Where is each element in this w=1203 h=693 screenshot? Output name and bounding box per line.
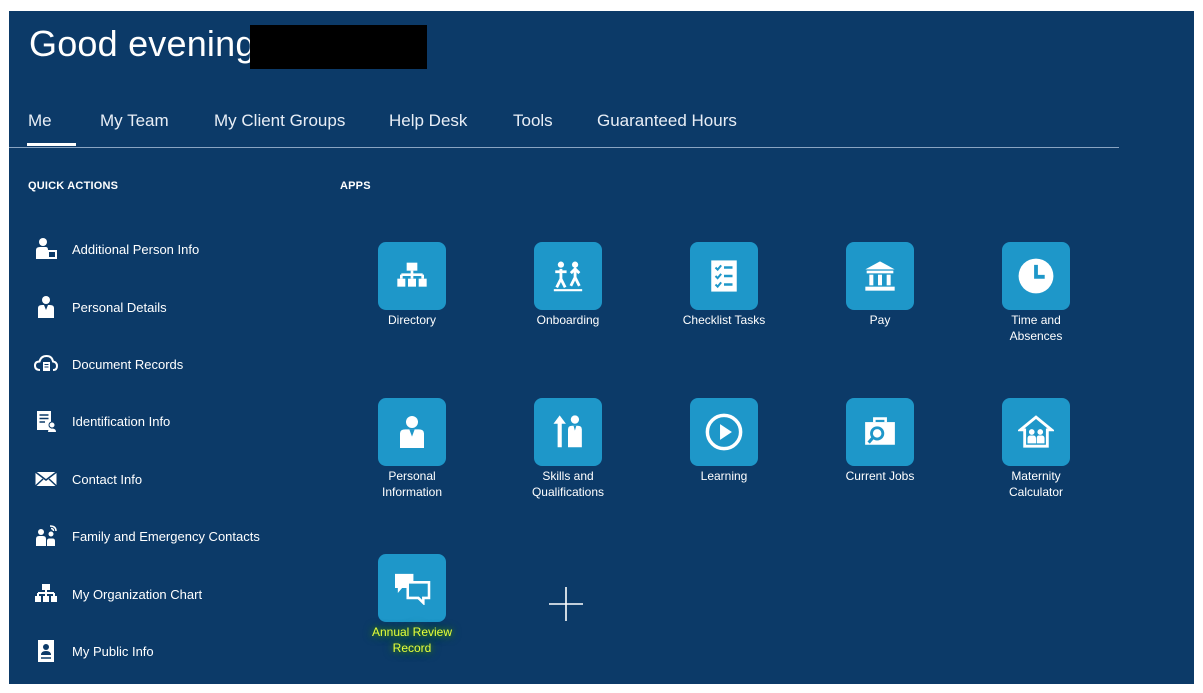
app-tile-icon-box <box>690 398 758 466</box>
onboarding-people-icon <box>553 261 583 292</box>
app-tile-label: Current Jobs <box>845 469 915 483</box>
app-tile-learning[interactable]: Learning <box>674 398 774 484</box>
quick-action-label: Identification Info <box>72 413 171 429</box>
app-tile-label: Directory <box>387 313 436 327</box>
app-tile-label: Maternity Calculator <box>1008 469 1064 499</box>
app-tile-checklist-tasks[interactable]: Checklist Tasks <box>674 242 774 328</box>
chat-bubbles-icon <box>395 573 431 605</box>
app-tile-current-jobs[interactable]: Current Jobs <box>830 398 930 484</box>
app-tile-label: Checklist Tasks <box>682 313 766 327</box>
quick-action-my-organization-chart[interactable]: My Organization Chart <box>34 580 202 608</box>
app-tile-pay[interactable]: Pay <box>830 242 930 328</box>
home-page: Good evening, Me My Team My Client Group… <box>9 11 1194 684</box>
app-tile-icon-box <box>378 242 446 310</box>
greeting-heading: Good evening, <box>29 23 266 64</box>
tab-me[interactable]: Me <box>27 111 75 146</box>
id-document-icon <box>37 411 56 432</box>
app-tile-label: Learning <box>700 469 748 483</box>
app-tile-time-and-absences[interactable]: Time and Absences <box>986 242 1086 344</box>
app-tile-label: Pay <box>869 313 891 327</box>
quick-action-document-records[interactable]: Document Records <box>34 350 183 378</box>
house-family-icon <box>1018 415 1054 448</box>
app-tile-icon-box <box>846 398 914 466</box>
quick-action-my-public-info[interactable]: My Public Info <box>34 637 154 665</box>
clock-icon <box>1018 258 1054 294</box>
briefcase-search-icon <box>865 417 895 445</box>
quick-action-family-and-emergency-contacts[interactable]: Family and Emergency Contacts <box>34 522 260 550</box>
org-chart-icon <box>35 584 57 602</box>
app-tile-icon-box <box>690 242 758 310</box>
tab-my-team[interactable]: My Team <box>100 111 169 131</box>
nav-tabs: Me My Team My Client Groups Help Desk To… <box>9 107 1119 148</box>
app-tile-icon-box <box>1002 398 1070 466</box>
person-badge-icon <box>36 238 57 259</box>
badge-icon <box>38 640 54 662</box>
skills-people-icon <box>553 415 582 448</box>
app-tile-icon-box <box>846 242 914 310</box>
quick-action-label: Family and Emergency Contacts <box>72 528 260 544</box>
app-tile-icon-box <box>534 398 602 466</box>
app-tile-label: Personal Information <box>381 469 443 499</box>
app-tile-icon-box <box>378 554 446 622</box>
quick-action-label: Document Records <box>72 356 184 372</box>
app-tile-icon-box <box>534 242 602 310</box>
family-icon <box>36 525 57 546</box>
person-icon <box>38 296 54 318</box>
checklist-icon <box>711 260 737 292</box>
app-tile-label: Annual Review Record <box>371 625 453 655</box>
app-tile-directory[interactable]: Directory <box>362 242 462 328</box>
quick-action-personal-details[interactable]: Personal Details <box>34 293 167 321</box>
org-chart-icon <box>397 262 427 287</box>
plus-icon[interactable] <box>546 584 586 624</box>
app-tile-label: Onboarding <box>536 313 600 327</box>
tab-guaranteed-hours[interactable]: Guaranteed Hours <box>597 111 737 131</box>
app-tile-skills-and-qualifications[interactable]: Skills and Qualifications <box>518 398 618 500</box>
cloud-document-icon <box>34 354 58 371</box>
quick-action-label: Contact Info <box>72 471 143 487</box>
app-tile-onboarding[interactable]: Onboarding <box>518 242 618 328</box>
app-tile-icon-box <box>378 398 446 466</box>
quick-action-additional-person-info[interactable]: Additional Person Info <box>34 235 199 263</box>
app-tile-label: Time and Absences <box>1009 313 1063 343</box>
bank-icon <box>865 261 895 291</box>
app-tile-maternity-calculator[interactable]: Maternity Calculator <box>986 398 1086 500</box>
envelope-icon <box>34 471 58 487</box>
app-tile-label: Skills and Qualifications <box>531 469 605 499</box>
app-tile-icon-box <box>1002 242 1070 310</box>
person-icon <box>400 416 424 448</box>
play-icon <box>705 413 743 451</box>
tab-tools[interactable]: Tools <box>513 111 553 131</box>
tab-my-client-groups[interactable]: My Client Groups <box>214 111 345 131</box>
quick-action-label: Personal Details <box>72 299 167 315</box>
quick-action-label: My Public Info <box>72 643 154 659</box>
quick-action-label: My Organization Chart <box>72 586 203 602</box>
quick-action-label: Additional Person Info <box>72 241 200 257</box>
quick-actions-title: QUICK ACTIONS <box>28 180 119 192</box>
quick-action-contact-info[interactable]: Contact Info <box>34 465 142 493</box>
quick-action-identification-info[interactable]: Identification Info <box>34 407 170 435</box>
app-tile-personal-information[interactable]: Personal Information <box>362 398 462 500</box>
tab-help-desk[interactable]: Help Desk <box>389 111 467 131</box>
apps-title: APPS <box>340 180 371 192</box>
app-tile-annual-review-record[interactable]: Annual Review Record <box>362 554 462 656</box>
redacted-user-name <box>250 25 427 69</box>
